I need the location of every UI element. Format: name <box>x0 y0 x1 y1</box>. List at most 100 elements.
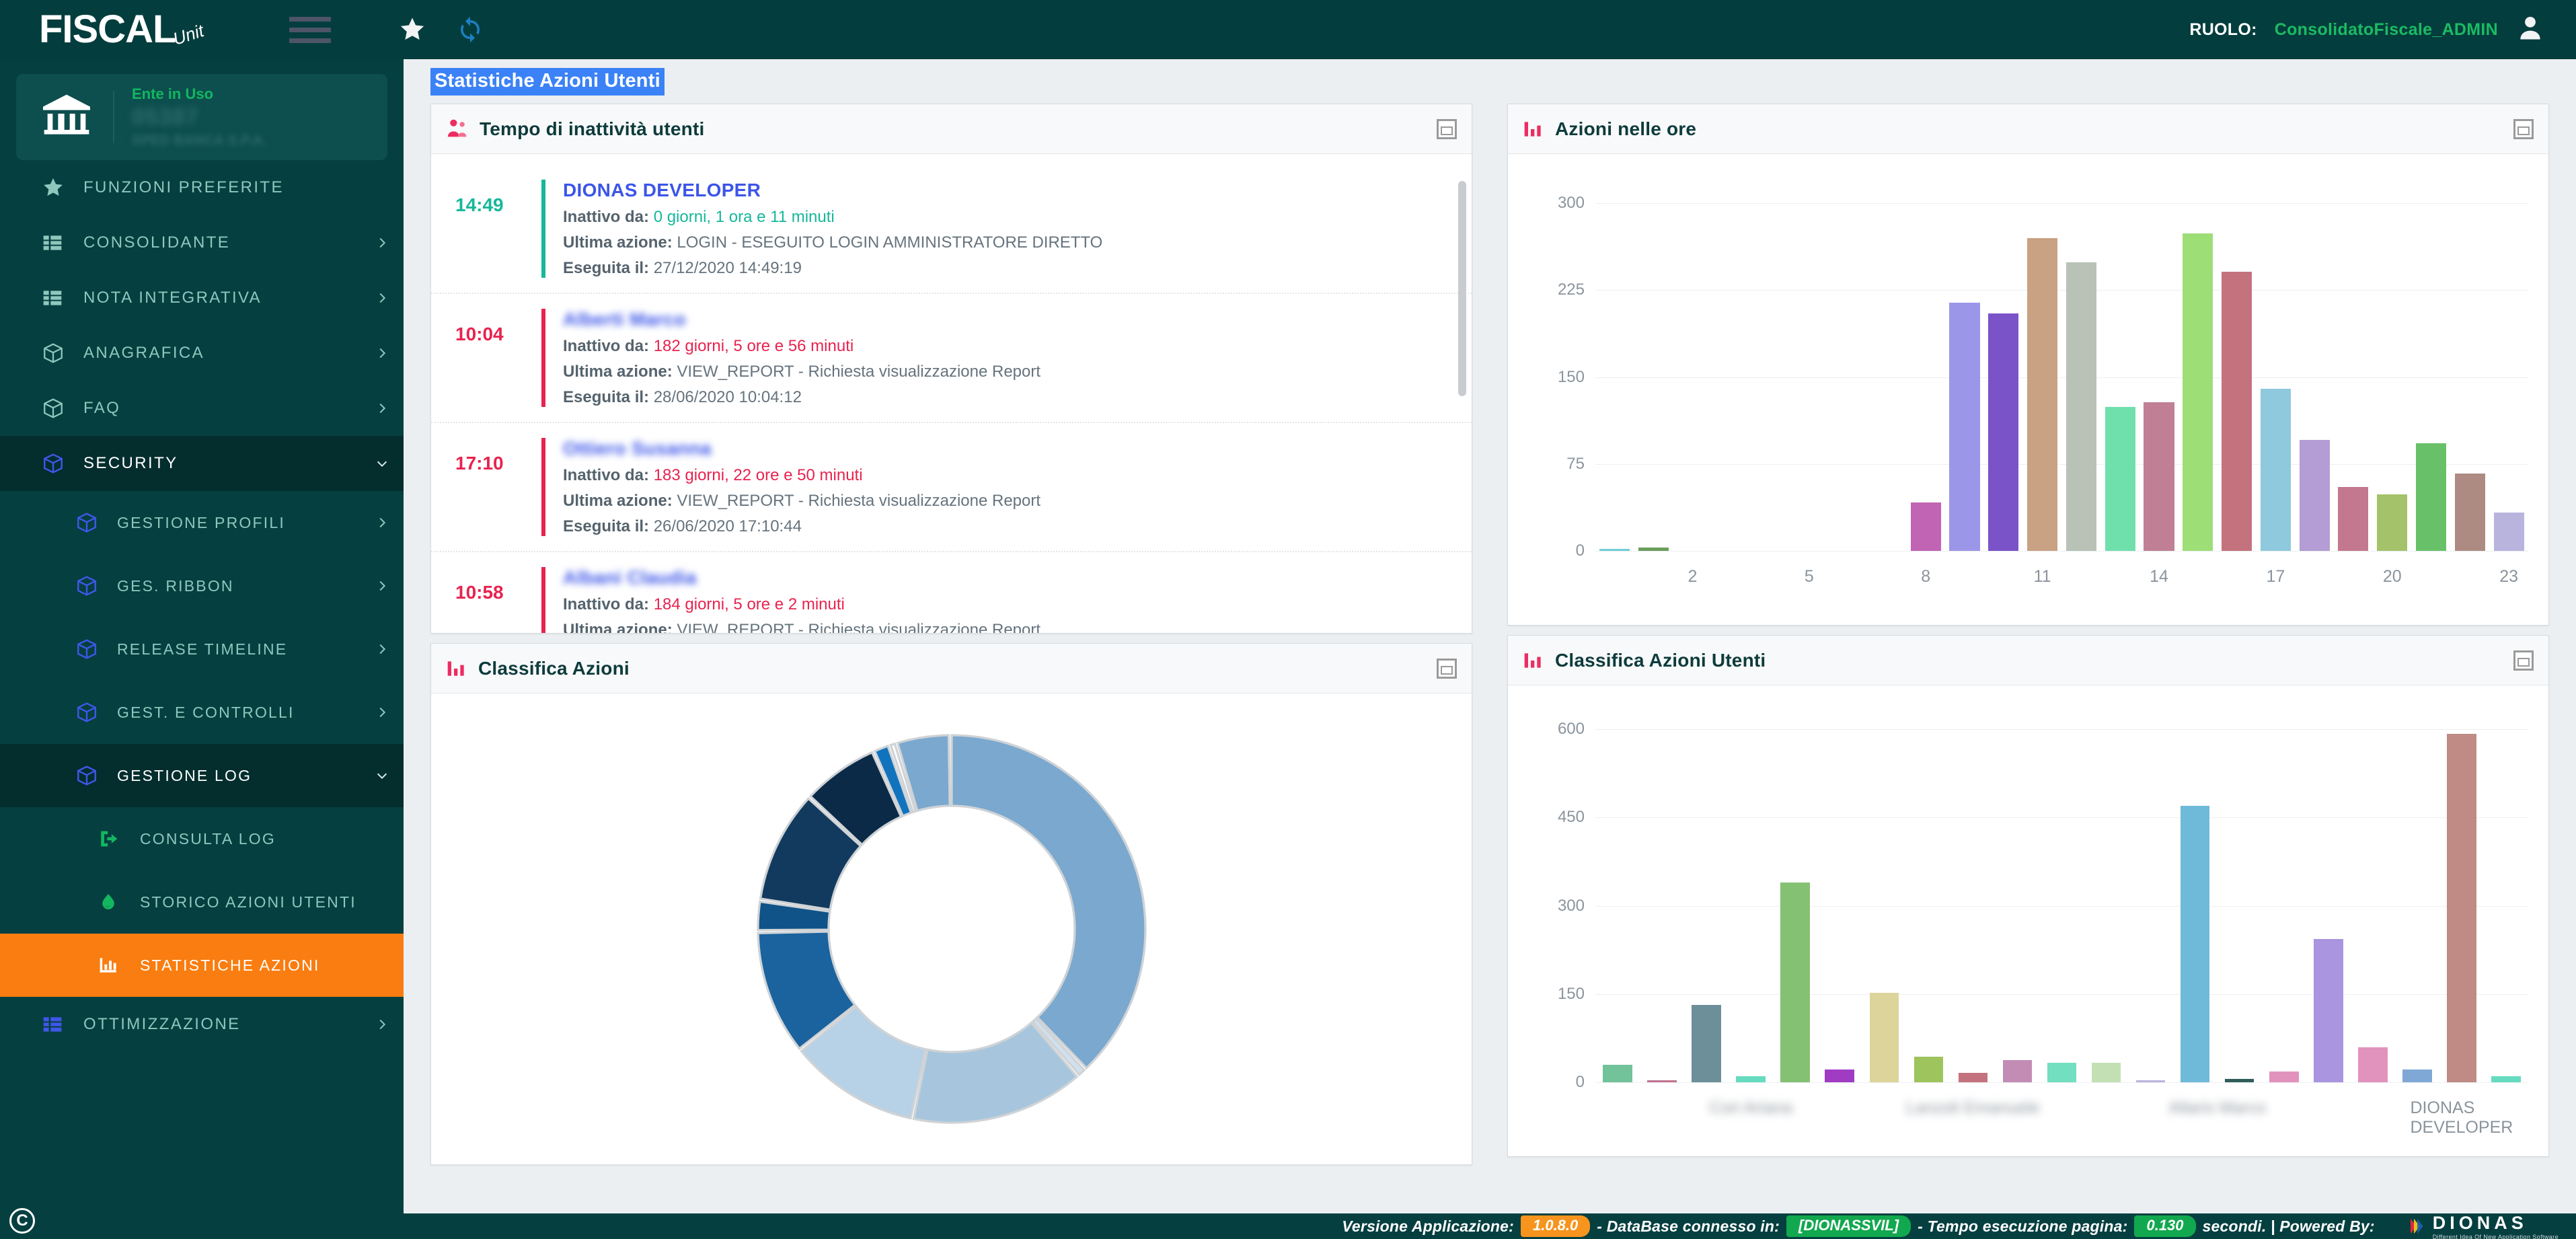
bar[interactable] <box>1949 303 1980 551</box>
chevron-right-icon[interactable] <box>361 401 404 416</box>
sidebar-item-gestione-profili[interactable]: GESTIONE PROFILI <box>0 491 404 554</box>
bar[interactable] <box>1914 1056 1944 1082</box>
chevron-down-icon[interactable] <box>361 768 404 783</box>
bar[interactable] <box>1603 1064 1632 1082</box>
bar[interactable] <box>2447 734 2476 1082</box>
hours-bar-chart[interactable]: 0 75 150 225 300 2 5 8 11 14 17 20 23 <box>1508 154 2548 625</box>
value-inactive: 0 giorni, 1 ora e 11 minuti <box>653 208 835 226</box>
chevron-down-icon[interactable] <box>361 456 404 471</box>
bar[interactable] <box>2269 1072 2299 1082</box>
sidebar-item-ottimizzazione[interactable]: OTTIMIZZAZIONE <box>0 997 404 1052</box>
corner-badge[interactable]: C <box>9 1208 35 1234</box>
sidebar-item-label: GES. RIBBON <box>117 576 234 595</box>
sidebar-item-nota-integrativa[interactable]: NOTA INTEGRATIVA <box>0 270 404 326</box>
bar[interactable] <box>2183 233 2213 551</box>
bar[interactable] <box>1958 1073 1988 1082</box>
sidebar-item-funzioni-preferite[interactable]: FUNZIONI PREFERITE <box>0 160 404 215</box>
bar[interactable] <box>2002 1059 2033 1082</box>
sidebar-item-ges-ribbon[interactable]: GES. RIBBON <box>0 554 404 617</box>
timeline-user-name[interactable]: Ottiero Susanna <box>563 438 1451 459</box>
sidebar-item-storico-azioni-utenti[interactable]: STORICO AZIONI UTENTI <box>0 870 404 934</box>
application-root: FISCAL Unit RUOLO: ConsolidatoFiscale_ADM… <box>0 0 2576 1239</box>
chevron-right-icon[interactable] <box>361 235 404 250</box>
timeline-row[interactable]: 17:10 Ottiero Susanna Inattivo da: 183 gio… <box>431 423 1472 552</box>
bar[interactable] <box>2454 473 2485 551</box>
bar[interactable] <box>2358 1047 2388 1082</box>
bar[interactable] <box>2180 805 2210 1082</box>
bar[interactable] <box>1599 548 1630 551</box>
bar[interactable] <box>2377 494 2408 551</box>
bar[interactable] <box>1825 1069 1855 1082</box>
bar[interactable] <box>2313 938 2343 1082</box>
users-bar-chart[interactable]: 0 150 300 450 600 Cori Ariana Lanzoli Emanuele… <box>1508 685 2548 1156</box>
bar[interactable] <box>2491 1076 2521 1082</box>
dionas-logo[interactable]: DIONAS Different Idea Of New Application… <box>2392 1213 2576 1239</box>
x-axis-tick: 2 <box>1688 567 1698 586</box>
bar[interactable] <box>1910 502 1941 551</box>
bar[interactable] <box>2493 513 2524 551</box>
bar[interactable] <box>2144 402 2174 551</box>
bar[interactable] <box>2224 1078 2255 1082</box>
minimize-icon[interactable] <box>2513 650 2534 671</box>
chevron-right-icon[interactable] <box>361 1017 404 1032</box>
donut-chart[interactable]: INSERT 14.6% <box>431 693 1472 1164</box>
sidebar-item-gest-e-controlli[interactable]: GEST. E CONTROLLI <box>0 681 404 744</box>
star-icon <box>42 176 83 199</box>
user-avatar-icon[interactable] <box>2515 13 2545 46</box>
bar[interactable] <box>2066 262 2096 551</box>
value-inactive: 182 giorni, 5 ore e 56 minuti <box>653 337 854 355</box>
minimize-icon[interactable] <box>1437 118 1457 139</box>
timeline-time: 14:49 <box>455 194 504 215</box>
refresh-icon[interactable] <box>456 15 484 44</box>
hamburger-icon[interactable] <box>289 16 336 43</box>
inactivity-timeline[interactable]: 14:49 DIONAS DEVELOPER Inattivo da: 0 gior… <box>431 154 1472 633</box>
timeline-row[interactable]: 14:49 DIONAS DEVELOPER Inattivo da: 0 gior… <box>431 165 1472 294</box>
sidebar-item-statistiche-azioni[interactable]: STATISTICHE AZIONI <box>0 934 404 997</box>
sidebar-item-consulta-log[interactable]: CONSULTA LOG <box>0 807 404 870</box>
bar[interactable] <box>2135 1080 2166 1082</box>
donut-slice[interactable] <box>950 734 1147 1070</box>
gridline <box>1595 290 2528 291</box>
timeline-row[interactable]: 10:58 Albani Claudia Inattivo da: 184 gior… <box>431 552 1472 633</box>
bar[interactable] <box>2260 388 2291 551</box>
bar[interactable] <box>2338 487 2369 551</box>
bar[interactable] <box>2027 237 2058 551</box>
chevron-right-icon[interactable] <box>361 578 404 593</box>
bar[interactable] <box>2222 271 2252 551</box>
timeline-row[interactable]: 10:04 Alberti Marco Inattivo da: 182 giorn… <box>431 294 1472 423</box>
chevron-right-icon[interactable] <box>361 515 404 530</box>
x-axis-tick: 5 <box>1804 567 1814 586</box>
star-icon[interactable] <box>398 15 426 44</box>
app-logo[interactable]: FISCAL Unit <box>0 10 289 49</box>
bar[interactable] <box>1647 1080 1677 1082</box>
sidebar-item-faq[interactable]: FAQ <box>0 381 404 436</box>
bar[interactable] <box>2415 443 2447 551</box>
timeline-user-name[interactable]: Albani Claudia <box>563 567 1451 589</box>
chevron-right-icon[interactable] <box>361 346 404 361</box>
bar[interactable] <box>1780 882 1810 1082</box>
chevron-right-icon[interactable] <box>361 291 404 305</box>
bar[interactable] <box>1736 1076 1766 1082</box>
timeline-user-name[interactable]: DIONAS DEVELOPER <box>563 180 1451 201</box>
scrollbar[interactable] <box>1458 181 1466 396</box>
chevron-right-icon[interactable] <box>361 705 404 720</box>
bar[interactable] <box>1988 313 2019 551</box>
sidebar-item-release-timeline[interactable]: RELEASE TIMELINE <box>0 617 404 681</box>
sidebar-item-consolidante[interactable]: CONSOLIDANTE <box>0 215 404 270</box>
sidebar-item-gestione-log[interactable]: GESTIONE LOG <box>0 744 404 807</box>
bar[interactable] <box>2047 1063 2077 1082</box>
bar[interactable] <box>2402 1069 2432 1082</box>
sidebar-item-anagrafica[interactable]: ANAGRAFICA <box>0 326 404 381</box>
chevron-right-icon[interactable] <box>361 642 404 656</box>
sidebar-item-security[interactable]: SECURITY <box>0 436 404 491</box>
bar[interactable] <box>2105 407 2135 551</box>
bar[interactable] <box>2091 1063 2121 1082</box>
ente-card[interactable]: Ente in Uso 05387 SPED BANCA S.P.A. <box>16 74 387 160</box>
minimize-icon[interactable] <box>1437 658 1457 679</box>
bar[interactable] <box>1869 993 1899 1082</box>
minimize-icon[interactable] <box>2513 118 2534 139</box>
bar[interactable] <box>1692 1005 1721 1082</box>
bar[interactable] <box>1638 547 1669 551</box>
bar[interactable] <box>2299 439 2330 551</box>
timeline-user-name[interactable]: Alberti Marco <box>563 309 1451 330</box>
